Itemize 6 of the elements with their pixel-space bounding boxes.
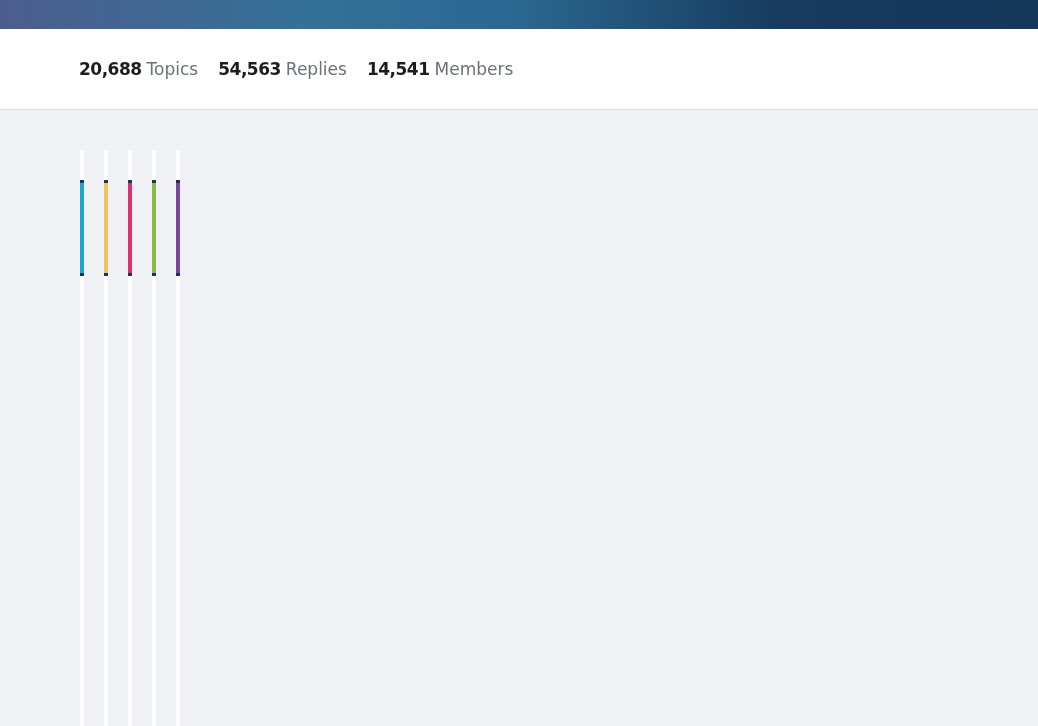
stat-label: Topics	[146, 59, 199, 79]
stat-count: 20,688	[79, 59, 142, 79]
stat-label: Replies	[285, 59, 347, 79]
stat-count: 14,541	[366, 59, 430, 79]
stat-count: 54,563	[218, 59, 281, 79]
stat-label: Members	[434, 59, 514, 79]
